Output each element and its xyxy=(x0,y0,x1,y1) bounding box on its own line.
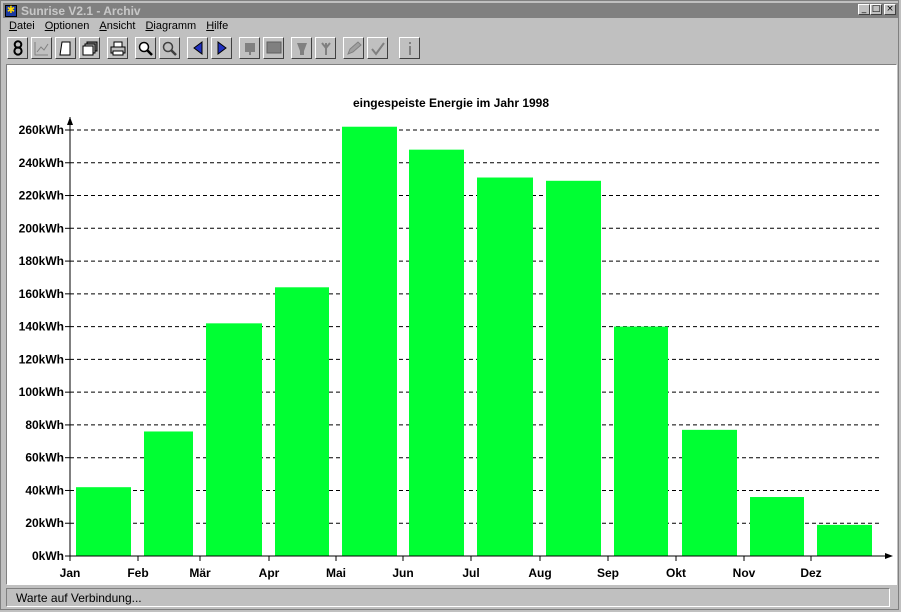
y-tick-label: 220kWh xyxy=(19,189,64,203)
window-title: Sunrise V2.1 - Archiv xyxy=(21,3,141,18)
day-view-button[interactable] xyxy=(7,37,28,59)
checkmark-icon xyxy=(370,41,386,56)
y-tick-label: 60kWh xyxy=(25,451,64,465)
maximize-button[interactable]: □ xyxy=(870,4,882,15)
bar-jan[interactable] xyxy=(76,487,131,556)
arrow-left-icon xyxy=(191,41,205,55)
y-axis-arrow xyxy=(67,117,73,125)
next-button[interactable] xyxy=(211,37,232,59)
app-window: ✱ Sunrise V2.1 - Archiv _ □ × Datei Optio… xyxy=(0,0,899,610)
zoom-out-icon xyxy=(162,41,177,56)
chart-view-button[interactable] xyxy=(31,37,52,59)
inverter-icon xyxy=(295,41,309,56)
bar-feb[interactable] xyxy=(144,431,193,556)
pencil-icon xyxy=(346,40,362,56)
y-tick-label: 0kWh xyxy=(32,549,64,563)
chart-title: eingespeiste Energie im Jahr 1998 xyxy=(353,96,549,110)
print-button[interactable] xyxy=(107,37,128,59)
x-tick-label: Apr xyxy=(259,566,280,580)
x-tick-label: Mär xyxy=(189,566,211,580)
zoom-in-icon xyxy=(138,41,153,56)
y-tick-label: 180kWh xyxy=(19,254,64,268)
x-tick-label: Mai xyxy=(326,566,346,580)
menu-accelerator: A xyxy=(99,20,107,32)
x-tick-label: Sep xyxy=(597,566,619,580)
menu-hilfe[interactable]: Hilfe xyxy=(202,19,234,35)
edit-button[interactable] xyxy=(343,37,364,59)
sun-app-icon: ✱ xyxy=(5,4,17,17)
arrow-right-icon xyxy=(215,41,229,55)
x-tick-label: Jun xyxy=(392,566,413,580)
zoom-in-button[interactable] xyxy=(135,37,156,59)
bar-jul[interactable] xyxy=(477,177,533,556)
zoom-out-button[interactable] xyxy=(159,37,180,59)
x-tick-label: Feb xyxy=(127,566,148,580)
x-tick-label: Jul xyxy=(462,566,479,580)
x-tick-label: Okt xyxy=(666,566,686,580)
menu-accelerator: H xyxy=(206,20,215,32)
sensor-icon xyxy=(319,41,333,56)
energy-bar-chart: eingespeiste Energie im Jahr 1998 0kWh 20k… xyxy=(19,96,893,580)
y-tick-label: 20kWh xyxy=(25,516,64,530)
menu-accelerator: O xyxy=(44,20,54,32)
chart-area: eingespeiste Energie im Jahr 1998 0kWh 20k… xyxy=(6,64,897,585)
stacked-pages-icon xyxy=(82,41,98,56)
y-tick-label: 40kWh xyxy=(25,483,64,497)
y-tick-label: 200kWh xyxy=(19,221,64,235)
menu-accelerator: D xyxy=(145,20,154,32)
bar-dez[interactable] xyxy=(817,524,872,556)
info-button[interactable] xyxy=(399,37,420,59)
x-tick-label: Jan xyxy=(60,566,81,580)
x-tick-label: Aug xyxy=(528,566,551,580)
bar-okt[interactable] xyxy=(682,429,737,556)
bar-mär[interactable] xyxy=(206,323,262,556)
y-tick-label: 160kWh xyxy=(19,287,64,301)
status-text: Warte auf Verbindung... xyxy=(16,591,142,605)
figure-eight-icon xyxy=(11,40,25,56)
bar-jun[interactable] xyxy=(409,149,464,556)
status-bar: Warte auf Verbindung... xyxy=(6,588,890,607)
menu-ansicht[interactable]: Ansicht xyxy=(95,19,141,35)
close-button[interactable]: × xyxy=(884,4,896,15)
bar-sep[interactable] xyxy=(614,326,668,556)
x-tick-label: Dez xyxy=(800,566,821,580)
y-tick-label: 260kWh xyxy=(19,123,64,137)
minimize-button[interactable]: _ xyxy=(858,4,870,15)
y-tick-label: 100kWh xyxy=(19,385,64,399)
bar-apr[interactable] xyxy=(275,287,329,556)
title-bar[interactable]: ✱ Sunrise V2.1 - Archiv _ □ × xyxy=(3,3,898,18)
bar-aug[interactable] xyxy=(546,180,601,556)
check-button[interactable] xyxy=(367,37,388,59)
page-button[interactable] xyxy=(55,37,76,59)
monitor-icon xyxy=(266,41,282,55)
x-tick-label: Nov xyxy=(733,566,756,580)
line-chart-icon xyxy=(34,41,49,56)
menu-bar: Datei Optionen Ansicht Diagramm Hilfe xyxy=(5,19,234,35)
previous-button[interactable] xyxy=(187,37,208,59)
sensor-button[interactable] xyxy=(315,37,336,59)
printer-icon xyxy=(110,41,126,56)
bar-nov[interactable] xyxy=(750,497,804,556)
page-icon xyxy=(58,41,73,56)
window-controls: _ □ × xyxy=(858,4,896,15)
info-icon xyxy=(405,41,415,56)
y-tick-label: 80kWh xyxy=(25,418,64,432)
menu-accelerator: D xyxy=(9,20,17,32)
bar-mai[interactable] xyxy=(342,126,397,556)
archive-button[interactable] xyxy=(79,37,100,59)
x-axis-arrow xyxy=(885,553,893,559)
y-tick-label: 140kWh xyxy=(19,320,64,334)
display-button[interactable] xyxy=(263,37,284,59)
inverter-button[interactable] xyxy=(291,37,312,59)
connect-button[interactable] xyxy=(239,37,260,59)
y-tick-label: 120kWh xyxy=(19,352,64,366)
y-tick-label: 240kWh xyxy=(19,156,64,170)
toolbar xyxy=(7,37,897,61)
plug-icon xyxy=(243,41,257,55)
menu-datei[interactable]: Datei xyxy=(5,19,41,35)
menu-optionen[interactable]: Optionen xyxy=(41,19,96,35)
menu-diagramm[interactable]: Diagramm xyxy=(141,19,202,35)
